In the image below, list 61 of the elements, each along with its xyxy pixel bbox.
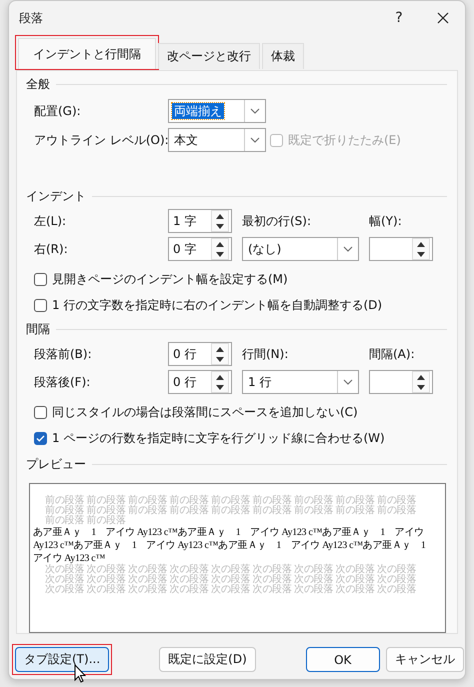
- checkbox-label: 見開きページのインデント幅を設定する(M): [52, 271, 288, 288]
- preview-text: Ay123 c™あア亜Ａｙ 1 アイウ Ay123 c™あア亜Ａｙ 1 アイウ Ay123 c™あア亜Ａｙ 1: [33, 539, 427, 552]
- tab[interactable]: 改ページと改行: [158, 43, 260, 69]
- preview-text: 次の段落 次の段落 次の段落 次の段落 次の段落 次の段落 次の段落 次の段落 次の段落: [44, 585, 418, 595]
- checkbox[interactable]: [34, 299, 47, 312]
- field-label: 段落後(F):: [34, 374, 92, 390]
- field-label: 幅(Y):: [369, 212, 403, 230]
- spin-field[interactable]: [369, 237, 433, 261]
- spin-field[interactable]: 1 字: [168, 209, 232, 233]
- window-title: 段落: [19, 10, 44, 26]
- chevron-down-icon: [250, 137, 260, 143]
- field-label: 最初の行(S):: [242, 212, 312, 230]
- tab[interactable]: インデントと行間隔: [18, 38, 156, 69]
- spin-field[interactable]: 0 字: [168, 237, 232, 261]
- section-heading: プレビュー: [26, 456, 86, 472]
- chevron-down-icon: [250, 108, 260, 114]
- checkbox[interactable]: [34, 432, 47, 445]
- dialog-button[interactable]: タブ設定(T)...: [15, 647, 110, 672]
- spin-arrows-icon[interactable]: [211, 210, 229, 232]
- dropdown-field[interactable]: 両端揃え: [168, 99, 266, 123]
- dropdown-field[interactable]: 本文: [168, 128, 266, 152]
- field-label: 配置(G):: [34, 102, 82, 120]
- spin-field[interactable]: 0 行: [168, 342, 232, 366]
- dialog-button[interactable]: OK: [306, 647, 380, 672]
- checkbox-label: 1 行の文字数を指定時に右のインデント幅を自動調整する(D): [52, 297, 382, 314]
- spin-arrows-icon[interactable]: [412, 371, 430, 393]
- field-label: 左(L):: [34, 212, 68, 230]
- section-heading: 間隔: [26, 320, 50, 338]
- section-heading: 全般: [26, 76, 50, 92]
- dialog-button[interactable]: キャンセル: [386, 647, 464, 672]
- dropdown-field[interactable]: (なし): [242, 237, 359, 261]
- field-label: 右(R):: [34, 240, 69, 258]
- spin-arrows-icon[interactable]: [211, 343, 229, 365]
- spin-field[interactable]: 0 行: [168, 370, 232, 394]
- checkbox[interactable]: [34, 406, 47, 419]
- spin-arrows-icon[interactable]: [211, 238, 229, 260]
- chevron-down-icon: [343, 379, 353, 385]
- preview-text: 次の段落 次の段落 次の段落 次の段落 次の段落 次の段落 次の段落 次の段落 次の段落: [44, 565, 418, 575]
- spin-field[interactable]: [369, 370, 433, 394]
- preview-text: あア亜Ａｙ 1 アイウ Ay123 c™あア亜Ａｙ 1 アイウ Ay123 c™あア亜Ａｙ 1 アイウ: [33, 526, 425, 539]
- section-heading: インデント: [26, 188, 86, 204]
- checkbox[interactable]: [34, 273, 47, 286]
- preview-text: 前の段落 前の段落 前の段落 前の段落 前の段落 前の段落 前の段落 前の段落 前の段落: [44, 506, 418, 516]
- tab[interactable]: 体裁: [262, 43, 304, 69]
- help-button[interactable]: ?: [377, 10, 421, 26]
- preview-text: 次の段落 次の段落 次の段落 次の段落 次の段落 次の段落 次の段落 次の段落 次の段落: [44, 575, 418, 585]
- preview-text: アイウ Ay123 c™: [33, 552, 106, 564]
- chevron-down-icon: [343, 246, 353, 252]
- field-label: 間隔(A):: [369, 346, 416, 362]
- dialog-button[interactable]: 既定に設定(D): [159, 647, 256, 672]
- field-label: 段落前(B):: [34, 346, 93, 362]
- checkbox-label: 1 ページの行数を指定時に文字を行グリッド線に合わせる(W): [52, 430, 385, 447]
- checkbox-label: 同じスタイルの場合は段落間にスペースを追加しない(C): [52, 404, 358, 421]
- close-icon[interactable]: [437, 12, 449, 24]
- spin-arrows-icon[interactable]: [211, 371, 229, 393]
- checkbox-label: 既定で折りたたみ(E): [288, 132, 401, 148]
- preview-text: 前の段落 前の段落: [44, 516, 127, 526]
- preview-text: 前の段落 前の段落 前の段落 前の段落 前の段落 前の段落 前の段落 前の段落 前の段落: [44, 496, 418, 506]
- dropdown-field[interactable]: 1 行: [242, 370, 359, 394]
- spin-arrows-icon[interactable]: [412, 238, 430, 260]
- field-label: 行間(N):: [242, 346, 290, 362]
